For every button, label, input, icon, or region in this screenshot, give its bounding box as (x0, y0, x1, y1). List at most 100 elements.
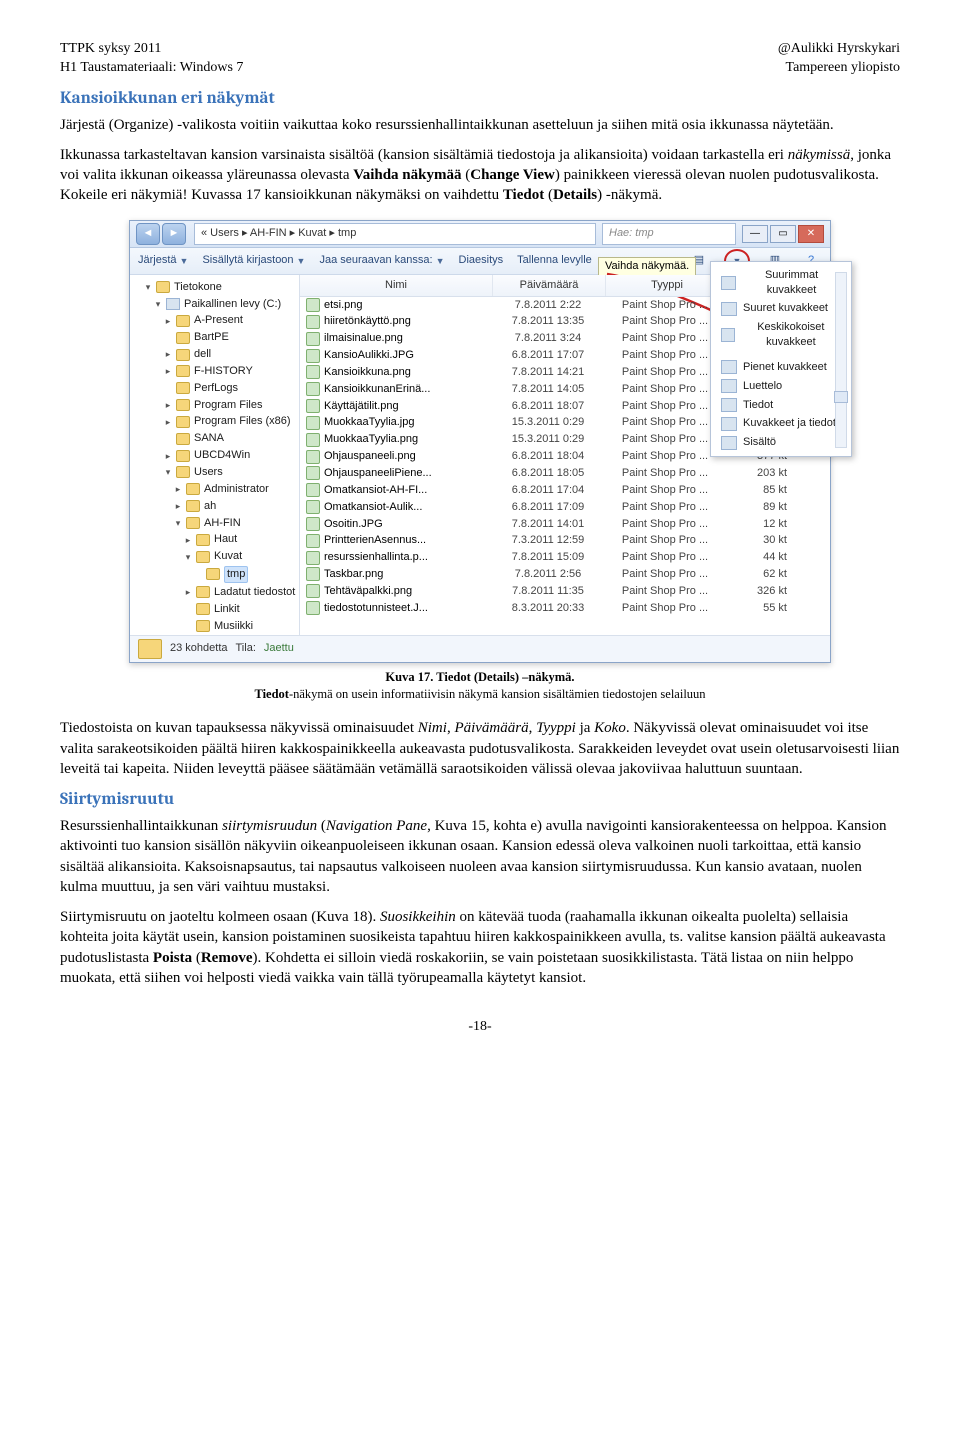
file-row[interactable]: resurssienhallinta.p...7.8.2011 15:09Pai… (300, 549, 830, 566)
view-option[interactable]: Suuret kuvakkeet (711, 299, 851, 318)
tree-item[interactable]: ▸UBCD4Win (144, 447, 299, 464)
tree-label: dell (194, 347, 211, 362)
file-icon (306, 349, 320, 363)
tree-item[interactable]: PerfLogs (144, 380, 299, 397)
page-header: TTPK syksy 2011 H1 Taustamateriaali: Win… (60, 40, 900, 78)
file-type: Paint Shop Pro ... (604, 297, 726, 314)
navigation-pane[interactable]: ▾Tietokone▾Paikallinen levy (C:)▸A-Prese… (130, 275, 300, 635)
tree-item[interactable]: ▸Haut (144, 531, 299, 548)
file-row[interactable]: Taskbar.png7.8.2011 2:56Paint Shop Pro .… (300, 566, 830, 583)
file-type: Paint Shop Pro ... (604, 549, 726, 566)
tree-label: ah (204, 499, 216, 514)
col-date[interactable]: Päivämäärä (493, 275, 606, 296)
file-size: 30 kt (726, 532, 793, 549)
tree-arrow-icon: ▸ (164, 416, 172, 428)
view-option[interactable]: Tiedot (711, 396, 851, 415)
view-option[interactable]: Kuvakkeet ja tiedot (711, 414, 851, 433)
file-type: Paint Shop Pro ... (604, 448, 726, 465)
explorer-titlebar: ◄ ► « Users ▸ AH-FIN ▸ Kuvat ▸ tmp Hae: … (130, 221, 830, 248)
view-option-icon (721, 417, 737, 431)
view-option[interactable]: Pienet kuvakkeet (711, 358, 851, 377)
tree-item[interactable]: ▸ ah (144, 498, 299, 515)
tree-item[interactable]: ▾Tietokone (144, 279, 299, 296)
tree-item[interactable]: ▸Program Files (144, 397, 299, 414)
tree-item[interactable]: ▸Ladatut tiedostot (144, 584, 299, 601)
toolbar-share[interactable]: Jaa seuraavan kanssa:▼ (319, 253, 444, 268)
tree-item[interactable]: ▸F-HISTORY (144, 363, 299, 380)
toolbar-include[interactable]: Sisällytä kirjastoon▼ (202, 253, 305, 268)
file-date: 6.8.2011 17:04 (492, 482, 604, 499)
folder-icon (176, 450, 190, 462)
file-type: Paint Shop Pro ... (604, 347, 726, 364)
view-option[interactable]: Keskikokoiset kuvakkeet (711, 318, 851, 352)
file-name: Tehtäväpalkki.png (324, 584, 412, 599)
file-date: 7.8.2011 11:35 (492, 583, 604, 600)
col-name[interactable]: Nimi (300, 275, 493, 296)
file-type: Paint Shop Pro ... (604, 330, 726, 347)
maximize-button[interactable]: ▭ (770, 225, 796, 243)
tree-item[interactable]: ▸ Administrator (144, 481, 299, 498)
tree-arrow-icon: ▸ (164, 450, 172, 462)
tree-arrow-icon: ▸ (164, 365, 172, 377)
figure-17-caption: Kuva 17. Tiedot (Details) –näkymä. Tiedo… (60, 669, 900, 703)
folder-icon (138, 639, 162, 659)
tree-label: Ladatut tiedostot (214, 585, 295, 600)
tree-item[interactable]: ▸Program Files (x86) (144, 413, 299, 430)
view-option-label: Suurimmat kuvakkeet (742, 268, 841, 298)
nav-fwd-button[interactable]: ► (162, 223, 186, 245)
toolbar-organize[interactable]: Järjestä▼ (138, 253, 188, 268)
view-option-icon (721, 360, 737, 374)
tree-item[interactable]: SANA (144, 430, 299, 447)
file-row[interactable]: Omatkansiot-Aulik...6.8.2011 17:09Paint … (300, 499, 830, 516)
tree-item[interactable]: ▾Paikallinen levy (C:) (144, 296, 299, 313)
search-input[interactable]: Hae: tmp (602, 223, 736, 245)
folder-icon (186, 483, 200, 495)
view-popup[interactable]: Suurimmat kuvakkeetSuuret kuvakkeet Keski… (710, 261, 852, 457)
tree-item[interactable]: ▾Users (144, 464, 299, 481)
drive-icon (166, 298, 180, 310)
folder-icon (206, 568, 220, 580)
view-option-label: Keskikokoiset kuvakkeet (741, 320, 841, 350)
tree-item[interactable]: tmp (144, 565, 299, 584)
toolbar-slideshow[interactable]: Diaesitys (459, 253, 504, 268)
file-icon (306, 298, 320, 312)
page-number: -18- (60, 1018, 900, 1037)
minimize-button[interactable]: — (742, 225, 768, 243)
nav-back-button[interactable]: ◄ (136, 223, 160, 245)
view-option[interactable]: Luettelo (711, 377, 851, 396)
chevron-down-icon: ▼ (297, 255, 306, 267)
tree-item[interactable]: ▸dell (144, 346, 299, 363)
tree-item[interactable]: ▸A-Present (144, 312, 299, 329)
view-option[interactable]: Suurimmat kuvakkeet (711, 266, 851, 300)
tree-item[interactable]: Musiikki (144, 618, 299, 635)
tree-item[interactable]: ▾Kuvat (144, 548, 299, 565)
file-icon (306, 567, 320, 581)
file-row[interactable]: Omatkansiot-AH-FI...6.8.2011 17:04Paint … (300, 482, 830, 499)
change-view-tooltip: Vaihda näkymää. (598, 257, 696, 276)
file-name: ilmaisinalue.png (324, 331, 403, 346)
file-name: KansioikkunanErinä... (324, 382, 430, 397)
close-button[interactable]: ✕ (798, 225, 824, 243)
tree-item[interactable]: Linkit (144, 601, 299, 618)
tree-arrow-icon: ▸ (174, 500, 182, 512)
file-row[interactable]: Osoitin.JPG7.8.2011 14:01Paint Shop Pro … (300, 516, 830, 533)
tree-arrow-icon: ▾ (144, 281, 152, 293)
tree-label: Administrator (204, 482, 269, 497)
toolbar-burn[interactable]: Tallenna levylle (517, 253, 592, 268)
file-row[interactable]: PrintterienAsennus...7.3.2011 12:59Paint… (300, 532, 830, 549)
file-row[interactable]: OhjauspaneeliPiene...6.8.2011 18:05Paint… (300, 465, 830, 482)
tree-arrow-icon: ▸ (174, 483, 182, 495)
view-slider[interactable] (835, 272, 847, 448)
file-icon (306, 551, 320, 565)
chevron-down-icon: ▼ (436, 255, 445, 267)
folder-icon (176, 399, 190, 411)
file-row[interactable]: tiedostotunnisteet.J...8.3.2011 20:33Pai… (300, 600, 830, 617)
address-bar[interactable]: « Users ▸ AH-FIN ▸ Kuvat ▸ tmp (194, 223, 596, 245)
tree-label: Paikallinen levy (C:) (184, 297, 281, 312)
view-option[interactable]: Sisältö (711, 433, 851, 452)
tree-item[interactable]: BartPE (144, 329, 299, 346)
slider-knob[interactable] (834, 391, 848, 403)
tree-arrow-icon: ▾ (174, 517, 182, 529)
tree-item[interactable]: ▾AH-FIN (144, 515, 299, 532)
file-row[interactable]: Tehtäväpalkki.png7.8.2011 11:35Paint Sho… (300, 583, 830, 600)
